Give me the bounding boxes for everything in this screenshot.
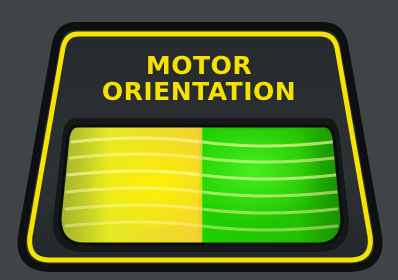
- motor-orientation-graphic: MOTOR ORIENTATION: [17, 22, 383, 272]
- panel-title-line-2: ORIENTATION: [102, 77, 296, 106]
- indicator-center-divider: [199, 126, 203, 244]
- panel-title-line-1: MOTOR: [146, 51, 252, 80]
- orientation-indicator-display: [60, 126, 342, 244]
- motor-orientation-panel: MOTOR ORIENTATION: [0, 0, 398, 280]
